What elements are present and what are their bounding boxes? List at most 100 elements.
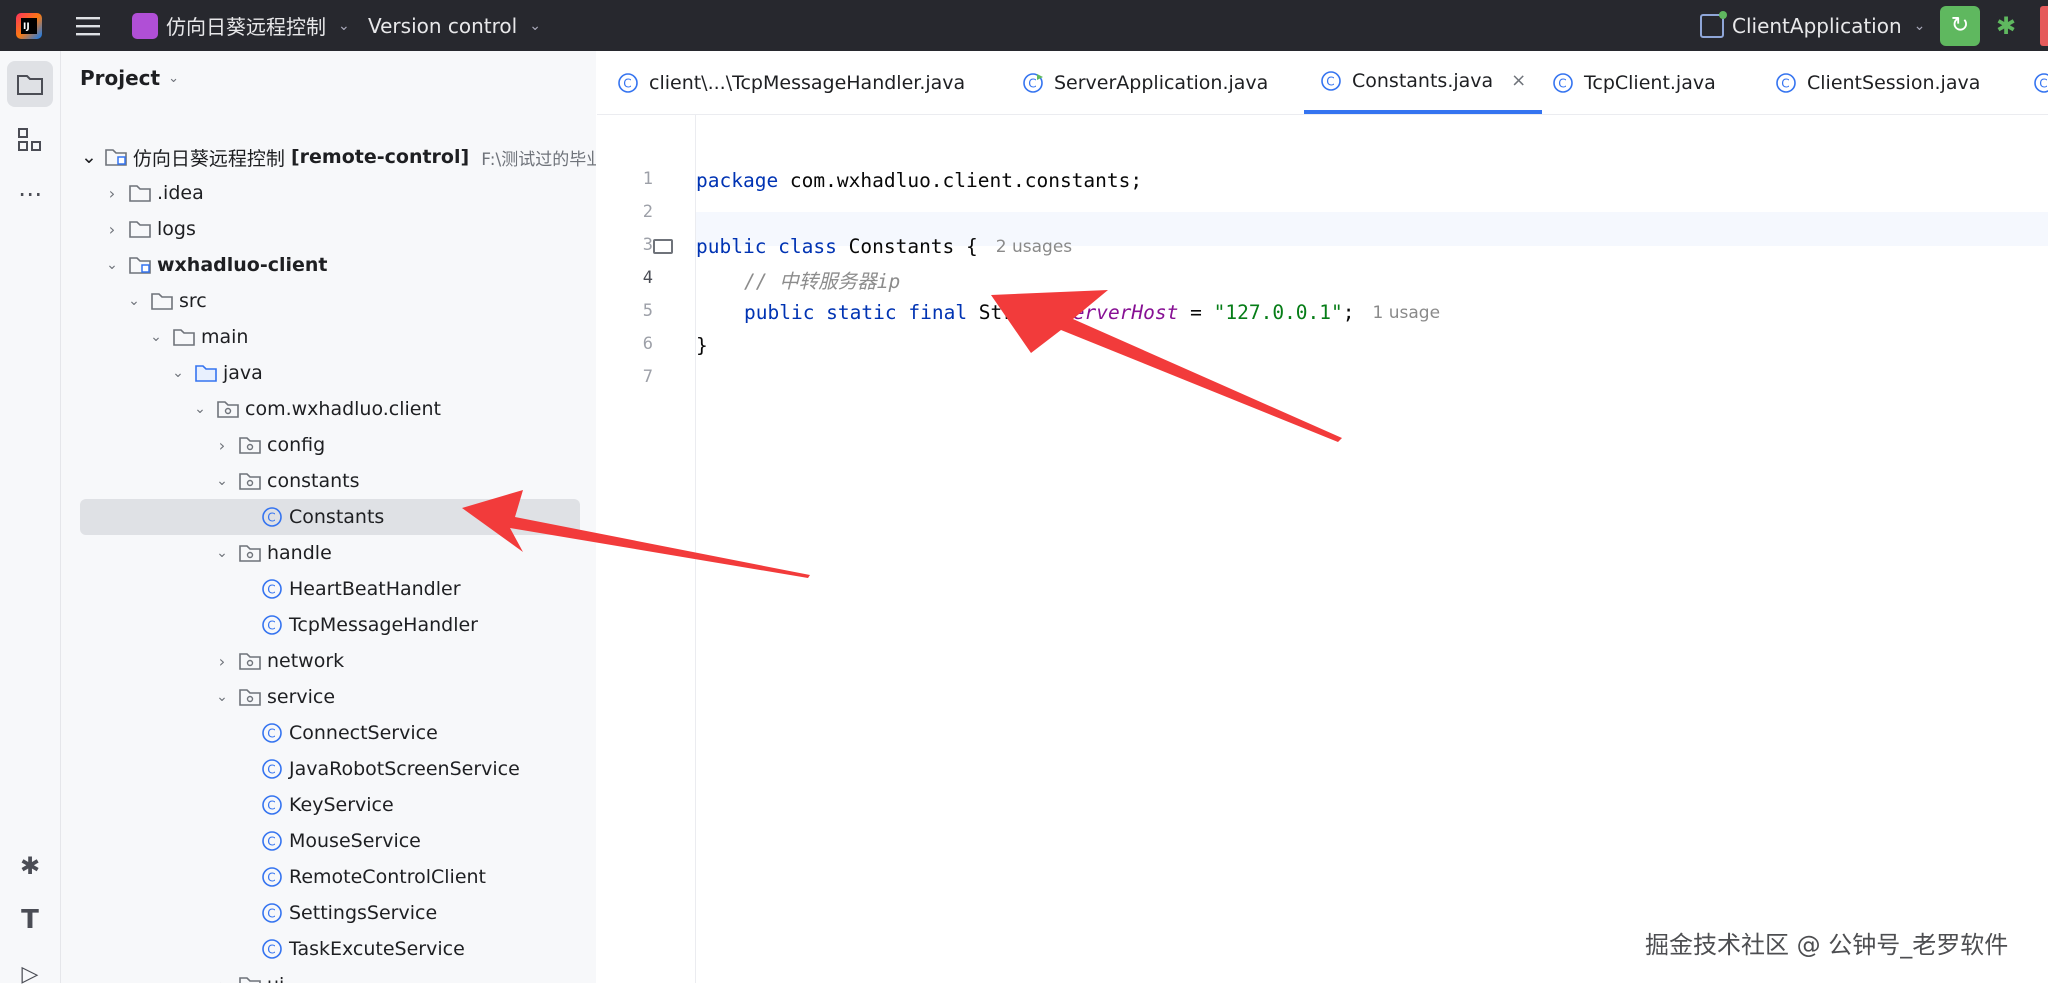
tree-row[interactable]: C ConnectService (61, 715, 581, 751)
hammer-icon: T (21, 905, 39, 935)
tree-item-label: java (223, 362, 263, 384)
tree-row[interactable]: C RemoteControlClient (61, 859, 581, 895)
tree-row[interactable]: C JavaRobotScreenService (61, 751, 581, 787)
tree-row[interactable]: C MouseService (61, 823, 581, 859)
svg-text:C: C (2039, 76, 2047, 90)
close-icon[interactable]: × (1511, 70, 1526, 91)
root-name: 仿向日葵远程控制 (132, 147, 285, 170)
chevron-down-icon[interactable]: ⌄ (213, 688, 231, 706)
tree-row[interactable]: ⌄ constants (61, 463, 581, 499)
tree-row[interactable]: › network (61, 643, 581, 679)
class-icon: C (261, 938, 283, 960)
tree-row[interactable]: C SettingsService (61, 895, 581, 931)
code-line-6[interactable]: } (696, 329, 708, 362)
project-tool-button[interactable] (7, 61, 53, 107)
tab-tcp-client[interactable]: C TcpClient.java (1552, 51, 1716, 114)
code-line-3[interactable]: public class Constants {2 usages (696, 230, 1072, 263)
chevron-down-icon: ⌄ (168, 70, 180, 86)
tree-row[interactable]: › .idea (61, 175, 581, 211)
tree-row[interactable]: ⌄ com.wxhadluo.client (61, 391, 581, 427)
svg-text:C: C (267, 619, 275, 633)
tree-row[interactable]: C KeyService (61, 787, 581, 823)
svg-text:C: C (267, 907, 275, 921)
chevron-right-icon[interactable]: › (213, 976, 231, 984)
semicolon: ; (1342, 301, 1355, 324)
tree-item-label: main (201, 326, 249, 348)
chevron-right-icon[interactable]: › (103, 220, 121, 239)
tree-row-root[interactable]: ⌄ 仿向日葵远程控制 [remote-control] F:\测试过的毕业 (61, 139, 596, 175)
code-line-5[interactable]: public static final String ServerHost = … (744, 296, 1440, 329)
project-panel-header[interactable]: Project ⌄ (80, 66, 179, 90)
tree-row[interactable]: C HeartBeatHandler (61, 571, 581, 607)
tree-row[interactable]: › logs (61, 211, 581, 247)
rerun-button[interactable]: ↻ (1940, 0, 1980, 51)
chevron-down-icon[interactable]: ⌄ (213, 544, 231, 562)
tree-item-label: .idea (157, 182, 204, 204)
svg-text:C: C (267, 511, 275, 525)
tree-item-label: JavaRobotScreenService (289, 758, 520, 780)
tree-row[interactable]: ⌄ handle (61, 535, 581, 571)
structure-gutter-icon[interactable] (653, 239, 673, 254)
tree-item-label: KeyService (289, 794, 394, 816)
tree-row[interactable]: ⌄ main (61, 319, 581, 355)
tree-row[interactable]: ⌄ wxhadluo-client (61, 247, 581, 283)
debug-button[interactable]: ✱ (1996, 0, 2016, 51)
tab-server-application[interactable]: C ServerApplication.java (1022, 51, 1268, 114)
version-control-menu[interactable]: Version control ⌄ (368, 0, 541, 51)
chevron-down-icon[interactable]: ⌄ (103, 256, 121, 274)
chevron-down-icon[interactable]: ⌄ (213, 472, 231, 490)
tool-window-bar: ⋯ ✱ T ▷ (0, 51, 61, 987)
package-icon (239, 650, 261, 672)
code-line-4[interactable]: // 中转服务器ip (744, 263, 900, 296)
tree-row[interactable]: › ui (61, 967, 581, 983)
chevron-right-icon[interactable]: › (213, 652, 231, 671)
chevron-down-icon[interactable]: ⌄ (191, 400, 209, 418)
tree-item-label: ConnectService (289, 722, 438, 744)
project-selector[interactable]: 仿向日葵远程控制 ⌄ (132, 0, 350, 51)
svg-text:C: C (267, 871, 275, 885)
chevron-right-icon[interactable]: › (213, 436, 231, 455)
run-config-selector[interactable]: ClientApplication ⌄ (1700, 0, 1925, 51)
app-window-icon (1700, 10, 1727, 38)
tab-label: client\...\TcpMessageHandler.java (649, 71, 966, 94)
stop-button[interactable] (2040, 0, 2048, 51)
tree-row[interactable]: C TaskExcuteService (61, 931, 581, 967)
tab-label: Constants.java (1352, 69, 1494, 92)
debug-tool-button[interactable]: ✱ (7, 843, 53, 889)
tab-overflow[interactable]: C (2033, 51, 2048, 114)
package-icon (239, 434, 261, 456)
tree-row[interactable]: ⌄ java (61, 355, 581, 391)
tree-row[interactable]: C TcpMessageHandler (61, 607, 581, 643)
tree-row[interactable]: › config (61, 427, 581, 463)
chevron-right-icon[interactable]: › (103, 184, 121, 203)
main-menu-icon[interactable] (76, 0, 102, 51)
run-tool-button[interactable]: ▷ (7, 951, 53, 997)
run-class-icon: C (1022, 72, 1044, 94)
tree-row[interactable]: ⌄ service (61, 679, 581, 715)
structure-tool-button[interactable] (7, 117, 53, 163)
tree-row[interactable]: ⌄ src (61, 283, 581, 319)
intellij-logo-icon[interactable]: IJ (14, 0, 44, 51)
chevron-down-icon[interactable]: ⌄ (125, 292, 143, 310)
tab-client-session[interactable]: C ClientSession.java (1775, 51, 1980, 114)
tree-row[interactable]: C Constants (80, 499, 580, 535)
tab-tcp-message-handler[interactable]: C client\...\TcpMessageHandler.java (617, 51, 965, 114)
code-line-1[interactable]: package com.wxhadluo.client.constants; (696, 164, 1142, 197)
editor-tabs: C client\...\TcpMessageHandler.java C Se… (597, 51, 2048, 115)
module-folder-icon (105, 146, 127, 168)
class-icon: C (261, 758, 283, 780)
package-icon (239, 686, 261, 708)
tab-constants[interactable]: C Constants.java × (1304, 51, 1543, 114)
build-tool-button[interactable]: T (7, 897, 53, 943)
usages-hint[interactable]: 1 usage (1373, 303, 1441, 323)
class-icon: C (261, 902, 283, 924)
chevron-down-icon[interactable]: ⌄ (81, 146, 97, 168)
tree-item-label: com.wxhadluo.client (245, 398, 441, 420)
usages-hint[interactable]: 2 usages (996, 237, 1072, 257)
svg-text:C: C (267, 583, 275, 597)
line-number: 7 (642, 367, 653, 387)
comment: // 中转服务器ip (744, 270, 901, 293)
more-tools-button[interactable]: ⋯ (7, 171, 53, 217)
chevron-down-icon[interactable]: ⌄ (169, 364, 187, 382)
chevron-down-icon[interactable]: ⌄ (147, 328, 165, 346)
